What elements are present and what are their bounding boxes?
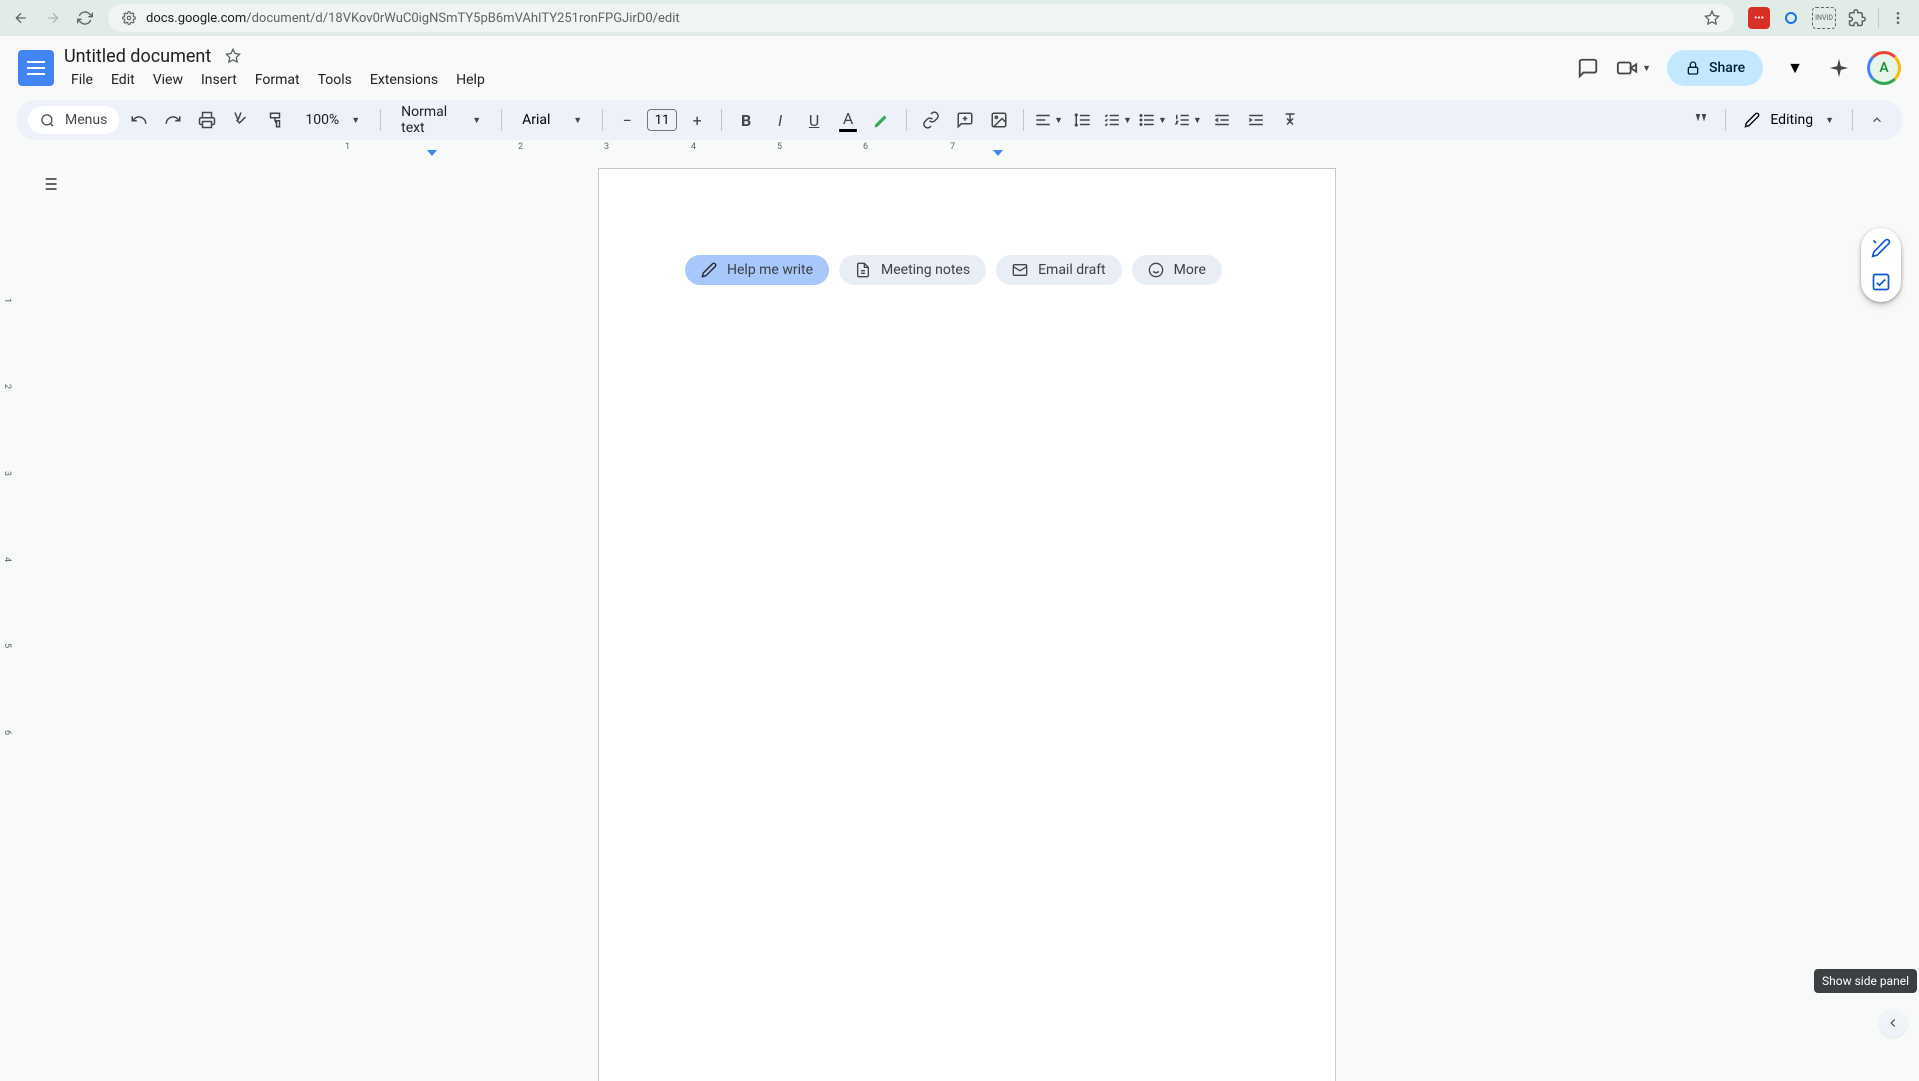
underline-button[interactable]: U bbox=[800, 106, 828, 134]
italic-button[interactable]: I bbox=[766, 106, 794, 134]
search-menus-button[interactable]: Menus bbox=[28, 106, 119, 134]
extension-nvd-icon[interactable]: INVID bbox=[1812, 7, 1836, 29]
share-label: Share bbox=[1709, 60, 1745, 76]
right-indent-marker[interactable] bbox=[993, 150, 1003, 156]
text-color-button[interactable]: A bbox=[834, 106, 862, 134]
workspace: 1 2 3 4 5 6 Help me write Meeting notes bbox=[0, 158, 1919, 1081]
browser-toolbar: docs.google.com/document/d/18VKov0rWuC0i… bbox=[0, 0, 1919, 36]
menu-help[interactable]: Help bbox=[449, 69, 492, 91]
horizontal-ruler[interactable]: 1 2 3 4 5 6 7 bbox=[15, 140, 1919, 158]
add-comment-button[interactable] bbox=[951, 106, 979, 134]
comments-button[interactable] bbox=[1576, 56, 1600, 80]
show-outline-button[interactable] bbox=[39, 174, 59, 194]
forward-button[interactable] bbox=[44, 9, 62, 27]
document-area: Help me write Meeting notes Email draft … bbox=[15, 158, 1919, 1081]
star-button[interactable] bbox=[225, 48, 241, 64]
suggest-edits-button[interactable] bbox=[1869, 270, 1893, 294]
document-page[interactable]: Help me write Meeting notes Email draft … bbox=[598, 168, 1336, 1081]
align-button[interactable]: ▼ bbox=[1034, 106, 1063, 134]
paragraph-style-select[interactable]: Normal text▼ bbox=[391, 104, 491, 136]
left-indent-marker[interactable] bbox=[427, 150, 437, 156]
extension-1-icon[interactable]: ••• bbox=[1748, 7, 1770, 29]
chrome-menu-button[interactable] bbox=[1889, 9, 1907, 27]
paint-format-button[interactable] bbox=[261, 106, 289, 134]
docs-header: Untitled document File Edit View Insert … bbox=[0, 36, 1919, 100]
insert-link-button[interactable] bbox=[917, 106, 945, 134]
line-spacing-button[interactable] bbox=[1069, 106, 1097, 134]
numbered-list-button[interactable]: ▼ bbox=[1173, 106, 1202, 134]
redo-button[interactable] bbox=[159, 106, 187, 134]
show-side-panel-button[interactable] bbox=[1879, 1009, 1907, 1037]
menubar: File Edit View Insert Format Tools Exten… bbox=[64, 69, 492, 91]
menu-format[interactable]: Format bbox=[248, 69, 307, 91]
more-chip[interactable]: More bbox=[1132, 255, 1222, 285]
meet-button[interactable]: ▼ bbox=[1616, 57, 1651, 79]
help-me-write-chip[interactable]: Help me write bbox=[685, 255, 829, 285]
site-info-icon[interactable] bbox=[122, 11, 136, 25]
zoom-select[interactable]: 100%▼ bbox=[295, 112, 370, 128]
vertical-ruler[interactable]: 1 2 3 4 5 6 bbox=[0, 158, 15, 1081]
highlight-button[interactable] bbox=[868, 106, 896, 134]
extensions-area: ••• INVID bbox=[1748, 7, 1907, 29]
bullet-list-button[interactable]: ▼ bbox=[1138, 106, 1167, 134]
back-button[interactable] bbox=[12, 9, 30, 27]
menu-edit[interactable]: Edit bbox=[104, 69, 142, 91]
menu-tools[interactable]: Tools bbox=[311, 69, 359, 91]
gemini-side-button[interactable] bbox=[1869, 236, 1893, 260]
extensions-puzzle-icon[interactable] bbox=[1846, 7, 1868, 29]
menu-insert[interactable]: Insert bbox=[194, 69, 244, 91]
url-text: docs.google.com/document/d/18VKov0rWuC0i… bbox=[146, 11, 680, 26]
menu-extensions[interactable]: Extensions bbox=[363, 69, 445, 91]
menu-view[interactable]: View bbox=[146, 69, 190, 91]
meeting-notes-chip[interactable]: Meeting notes bbox=[839, 255, 986, 285]
print-button[interactable] bbox=[193, 106, 221, 134]
reload-button[interactable] bbox=[76, 9, 94, 27]
document-title[interactable]: Untitled document bbox=[64, 46, 211, 67]
bookmark-star-icon[interactable] bbox=[1704, 10, 1720, 26]
bold-button[interactable]: B bbox=[732, 106, 760, 134]
dictate-button[interactable] bbox=[1687, 106, 1715, 134]
checklist-button[interactable]: ▼ bbox=[1103, 106, 1132, 134]
insert-image-button[interactable] bbox=[985, 106, 1013, 134]
share-caret-button[interactable]: ▼ bbox=[1779, 58, 1811, 78]
font-select[interactable]: Arial▼ bbox=[512, 112, 592, 128]
address-bar[interactable]: docs.google.com/document/d/18VKov0rWuC0i… bbox=[108, 4, 1734, 32]
editing-mode-select[interactable]: Editing ▼ bbox=[1736, 112, 1842, 128]
smart-chips-row: Help me write Meeting notes Email draft … bbox=[685, 255, 1249, 285]
side-fab bbox=[1861, 228, 1901, 302]
tooltip: Show side panel bbox=[1814, 969, 1917, 993]
docs-logo-icon[interactable] bbox=[18, 50, 54, 86]
formatting-toolbar: Menus 100%▼ Normal text▼ Arial▼ − + B I … bbox=[16, 100, 1903, 140]
spellcheck-button[interactable] bbox=[227, 106, 255, 134]
menu-file[interactable]: File bbox=[64, 69, 100, 91]
gemini-button[interactable] bbox=[1827, 56, 1851, 80]
decrease-font-button[interactable]: − bbox=[613, 106, 641, 134]
undo-button[interactable] bbox=[125, 106, 153, 134]
font-size-input[interactable] bbox=[647, 109, 677, 131]
extension-2-icon[interactable] bbox=[1780, 7, 1802, 29]
account-avatar[interactable]: A bbox=[1867, 51, 1901, 85]
increase-indent-button[interactable] bbox=[1242, 106, 1270, 134]
increase-font-button[interactable]: + bbox=[683, 106, 711, 134]
share-button[interactable]: Share bbox=[1667, 50, 1763, 86]
email-draft-chip[interactable]: Email draft bbox=[996, 255, 1122, 285]
clear-formatting-button[interactable] bbox=[1276, 106, 1304, 134]
decrease-indent-button[interactable] bbox=[1208, 106, 1236, 134]
collapse-toolbar-button[interactable] bbox=[1863, 106, 1891, 134]
